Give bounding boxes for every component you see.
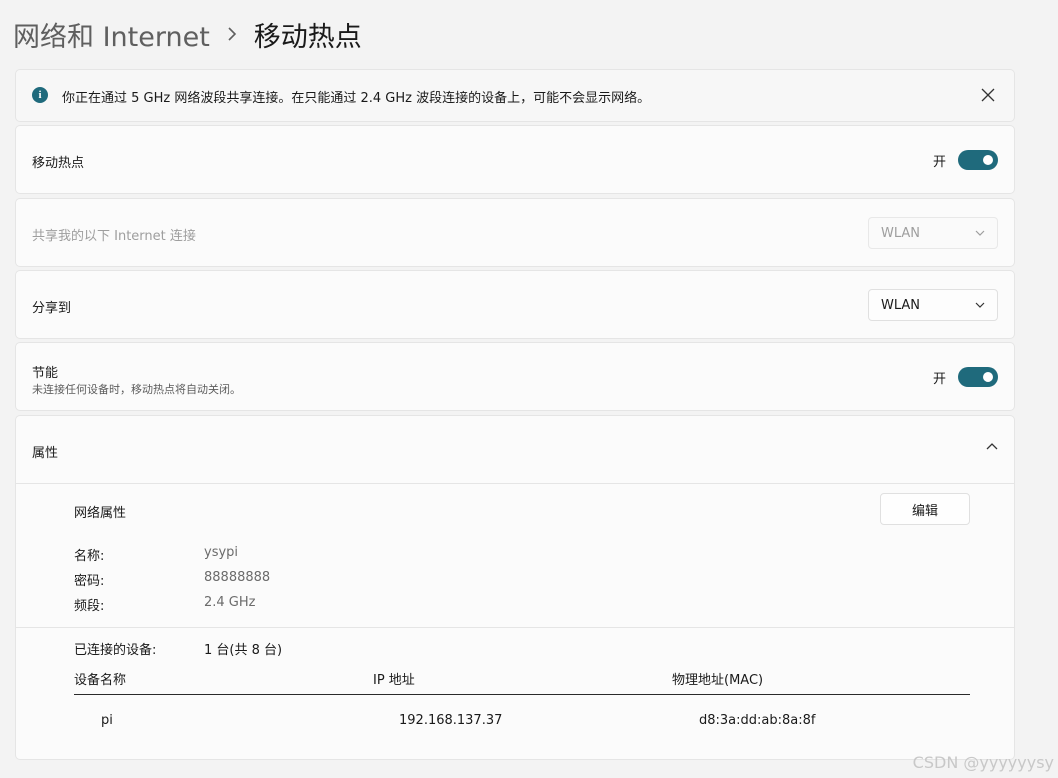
edit-button[interactable]: 编辑 — [880, 493, 970, 525]
power-saving-description: 未连接任何设备时，移动热点将自动关闭。 — [32, 383, 241, 396]
password-label: 密码: — [74, 574, 105, 589]
share-to-card: 分享到 WLAN — [15, 270, 1015, 339]
connected-devices-value: 1 台(共 8 台) — [204, 643, 283, 658]
band-value: 2.4 GHz — [204, 595, 256, 610]
properties-card: 属性 网络属性 编辑 名称: ysypi 密码: 88888888 频段: 2.… — [15, 415, 1015, 760]
table-header-divider — [74, 694, 970, 695]
properties-title: 属性 — [32, 446, 59, 461]
close-icon[interactable] — [976, 83, 1000, 107]
page-title: 移动热点 — [253, 21, 362, 53]
info-icon: i — [32, 87, 48, 103]
device-mac-cell: d8:3a:dd:ab:8a:8f — [699, 713, 816, 728]
hotspot-toggle-group: 开 — [933, 150, 998, 170]
toggle-knob — [983, 155, 993, 165]
breadcrumb: 网络和 Internet 移动热点 — [13, 14, 362, 54]
name-value: ysypi — [204, 545, 239, 560]
divider — [16, 627, 1014, 628]
power-saving-toggle-label: 开 — [932, 371, 946, 387]
network-properties-title: 网络属性 — [74, 506, 127, 521]
share-to-dropdown[interactable]: WLAN — [868, 289, 998, 321]
connected-devices-label: 已连接的设备: — [74, 643, 157, 658]
chevron-up-icon — [986, 443, 998, 450]
band-label: 频段: — [74, 599, 105, 614]
toggle-knob — [983, 372, 993, 382]
device-name-cell: pi — [101, 713, 113, 728]
hotspot-card: 移动热点 开 — [15, 125, 1015, 194]
properties-header[interactable]: 属性 — [16, 416, 1014, 484]
name-label: 名称: — [74, 549, 105, 564]
chevron-down-icon — [975, 302, 985, 308]
breadcrumb-parent[interactable]: 网络和 Internet — [13, 15, 210, 54]
power-saving-toggle-group: 开 — [933, 367, 998, 387]
column-header-ip: IP 地址 — [373, 673, 415, 688]
hotspot-toggle[interactable] — [958, 150, 998, 170]
share-from-dropdown[interactable]: WLAN — [868, 217, 998, 249]
share-to-label: 分享到 — [32, 301, 72, 316]
password-value: 88888888 — [204, 570, 271, 585]
watermark: CSDN @yyyyyysy — [912, 753, 1054, 772]
share-to-value: WLAN — [881, 297, 921, 313]
share-from-value: WLAN — [881, 225, 921, 241]
column-header-device-name: 设备名称 — [74, 673, 127, 688]
hotspot-toggle-label: 开 — [932, 154, 946, 170]
share-from-card: 共享我的以下 Internet 连接 WLAN — [15, 198, 1015, 267]
power-saving-label: 节能 — [32, 366, 59, 381]
power-saving-card: 节能 未连接任何设备时，移动热点将自动关闭。 开 — [15, 342, 1015, 411]
hotspot-label: 移动热点 — [32, 156, 85, 171]
power-saving-toggle[interactable] — [958, 367, 998, 387]
device-ip-cell: 192.168.137.37 — [399, 713, 503, 728]
column-header-mac: 物理地址(MAC) — [672, 673, 764, 688]
info-text: 你正在通过 5 GHz 网络波段共享连接。在只能通过 2.4 GHz 波段连接的… — [62, 91, 651, 106]
info-bar: i 你正在通过 5 GHz 网络波段共享连接。在只能通过 2.4 GHz 波段连… — [15, 69, 1015, 122]
chevron-down-icon — [975, 230, 985, 236]
chevron-right-icon — [210, 27, 254, 41]
share-from-label: 共享我的以下 Internet 连接 — [32, 229, 196, 244]
